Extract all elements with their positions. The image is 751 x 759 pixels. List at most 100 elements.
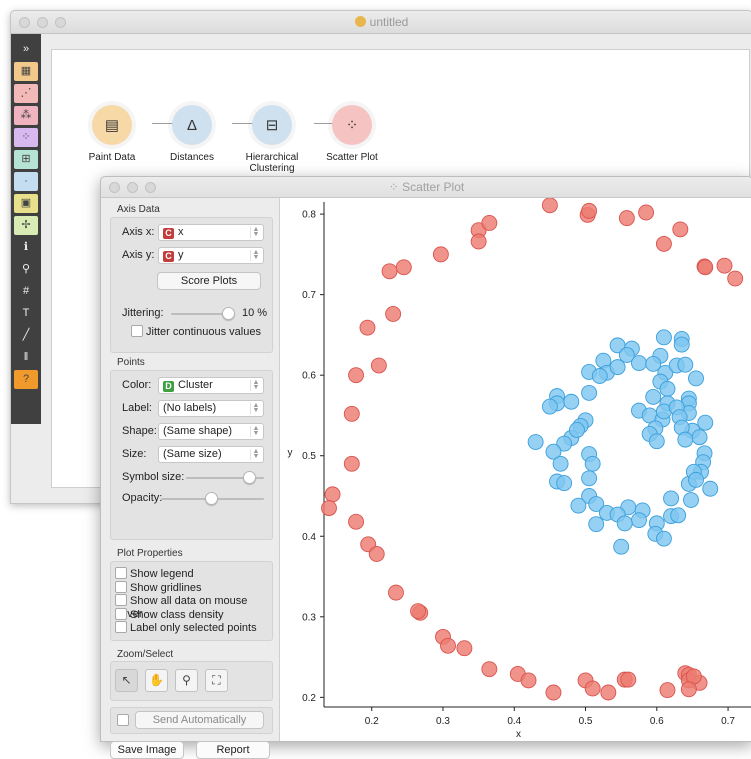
- data-point-blue: [613, 538, 630, 555]
- data-point-red: [370, 357, 387, 374]
- scatter-plot-chart[interactable]: 0.2 0.3 0.4 0.5 0.6 0.7 0.2 0.3 0.4 0.5 0.6 0.7 0.8 x…: [280, 197, 751, 741]
- select-tool-button[interactable]: ↖: [115, 669, 138, 692]
- toolbox-line-chart-button[interactable]: ⋰: [14, 84, 38, 103]
- x-tick-label: 0.5: [579, 716, 593, 727]
- data-point-red: [618, 210, 635, 227]
- scatter-window-title: ⁘ Scatter Plot: [388, 180, 465, 194]
- distances-icon[interactable]: Δ: [172, 105, 212, 145]
- node-label: Scatter Plot: [326, 152, 378, 163]
- paint-data-node[interactable]: ▤ Paint Data: [67, 105, 157, 163]
- hand-icon: ✋: [149, 673, 164, 687]
- data-point-blue: [702, 480, 719, 497]
- toolbox-points-button[interactable]: ∙: [14, 172, 38, 191]
- toolbox-info-button[interactable]: ℹ: [14, 238, 38, 257]
- zoom-select-title: Zoom/Select: [117, 649, 174, 660]
- toolbox-pen-button[interactable]: ╱: [14, 326, 38, 345]
- hierarchical-clustering-icon[interactable]: ⊟: [252, 105, 292, 145]
- plot-option-show-class-density-checkbox[interactable]: Show class density: [115, 607, 224, 622]
- report-button[interactable]: Report: [196, 741, 270, 759]
- cluster-icon: ⁂: [20, 109, 32, 121]
- data-point-blue: [631, 512, 647, 529]
- jitter-continuous-checkbox[interactable]: Jitter continuous values: [131, 325, 261, 339]
- send-box: Send Automatically: [110, 707, 273, 734]
- shape-label: Shape:: [122, 425, 157, 437]
- hash-icon: #: [22, 285, 30, 297]
- toolbox-scatter-button[interactable]: ⁘: [14, 128, 38, 147]
- axis-data-title: Axis Data: [117, 204, 160, 215]
- shape-combo[interactable]: (Same shape) ▲ ▼: [158, 423, 264, 440]
- send-auto-checkbox[interactable]: [117, 714, 132, 728]
- toolbox-cluster-button[interactable]: ⁂: [14, 106, 38, 125]
- axis-x-label: Axis x:: [122, 226, 155, 238]
- main-window-title: untitled: [11, 15, 751, 29]
- chevron-updown-icon: ▲ ▼: [250, 425, 261, 437]
- opacity-slider-handle[interactable]: [205, 492, 218, 505]
- data-point-red: [481, 661, 498, 678]
- toolbox-hash-button[interactable]: #: [14, 282, 38, 301]
- toolbox-pause-button[interactable]: ‖: [14, 348, 38, 367]
- widget-toolbox: » ▦ ⋰ ⁂ ⁘ ⊞ ∙ ▣ ✢ ℹ ⚲ # T ╱ ‖?: [11, 34, 41, 424]
- checkbox-box[interactable]: [115, 621, 127, 633]
- node-glyph: ▤: [104, 117, 120, 134]
- save-image-button[interactable]: Save Image: [110, 741, 184, 759]
- plot-properties-box: Show legend Show gridlines Show all data o…: [110, 561, 273, 641]
- plot-option-show-legend-checkbox[interactable]: Show legend: [115, 567, 194, 581]
- reset-zoom-button[interactable]: ⛶: [205, 669, 228, 692]
- data-point-red: [541, 197, 558, 214]
- size-combo[interactable]: (Same size) ▲ ▼: [158, 446, 264, 463]
- data-point-red: [385, 306, 402, 322]
- data-point-blue: [655, 329, 672, 346]
- zoom-tool-button[interactable]: ⚲: [175, 669, 198, 692]
- toolbox-image-button[interactable]: ▣: [14, 194, 38, 213]
- data-point-blue: [688, 471, 704, 488]
- axis-y-label: Axis y:: [122, 249, 155, 261]
- axis-y-combo[interactable]: Cy ▲ ▼: [158, 247, 264, 264]
- color-label: Color:: [122, 379, 152, 391]
- checkbox-label: Show legend: [130, 568, 194, 580]
- y-tick-label: 0.2: [302, 693, 316, 704]
- toolbox-transform-button[interactable]: ✢: [14, 216, 38, 235]
- data-point-blue: [663, 490, 679, 507]
- score-plots-button[interactable]: Score Plots: [157, 272, 261, 290]
- toolbox-search-button[interactable]: ⚲: [14, 260, 38, 279]
- paint-data-icon[interactable]: ▤: [92, 105, 132, 145]
- hierarchical-clustering-node[interactable]: ⊟ Hierarchical Clustering: [227, 105, 317, 174]
- checkbox-box[interactable]: [131, 325, 143, 337]
- scatter-plot-node[interactable]: ⁘ Scatter Plot: [307, 105, 397, 163]
- checkbox-box[interactable]: [115, 607, 127, 620]
- checkbox-box[interactable]: [115, 567, 127, 579]
- node-label: Distances: [170, 152, 214, 163]
- main-titlebar: untitled: [11, 11, 751, 34]
- data-point-blue: [691, 429, 708, 446]
- data-point-red: [716, 257, 733, 274]
- toolbox-help-button[interactable]: ?: [14, 370, 38, 389]
- plot-area[interactable]: 0.2 0.3 0.4 0.5 0.6 0.7 0.2 0.3 0.4 0.5 0.6 0.7 0.8 x…: [279, 197, 751, 741]
- control-panel: Axis Data Axis x: Cx ▲ ▼ Axis y: Cy ▲ ▼ Scor…: [101, 198, 277, 759]
- send-automatically-button[interactable]: Send Automatically: [135, 711, 264, 729]
- label-combo[interactable]: (No labels) ▲ ▼: [158, 400, 264, 417]
- plot-option-label-only-selected-points-checkbox[interactable]: Label only selected points: [115, 621, 257, 635]
- toolbox-data-table-button[interactable]: ▦: [14, 62, 38, 81]
- data-point-blue: [591, 368, 608, 384]
- data-point-red: [348, 513, 365, 530]
- symbol-size-slider-handle[interactable]: [243, 471, 256, 484]
- distances-node[interactable]: Δ Distances: [147, 105, 237, 163]
- plot-option-show-gridlines-checkbox[interactable]: Show gridlines: [115, 580, 202, 595]
- jittering-slider-handle[interactable]: [222, 307, 235, 320]
- color-combo[interactable]: D Cluster ▲ ▼: [158, 377, 264, 394]
- x-tick-label: 0.4: [507, 716, 521, 727]
- pan-tool-button[interactable]: ✋: [145, 669, 168, 692]
- checkbox-box[interactable]: [115, 580, 127, 593]
- toolbox-expand-button[interactable]: »: [14, 40, 38, 59]
- checkbox-box[interactable]: [115, 594, 127, 606]
- checkbox-box[interactable]: [117, 714, 129, 726]
- toolbox-text-button[interactable]: T: [14, 304, 38, 323]
- scatter-plot-icon[interactable]: ⁘: [332, 105, 372, 145]
- x-tick-label: 0.3: [436, 716, 450, 727]
- y-tick-label: 0.5: [302, 451, 316, 462]
- data-point-red: [395, 259, 412, 276]
- size-label: Size:: [122, 448, 147, 460]
- data-point-blue: [581, 384, 598, 401]
- axis-x-combo[interactable]: Cx ▲ ▼: [158, 224, 264, 241]
- toolbox-grid-button[interactable]: ⊞: [14, 150, 38, 169]
